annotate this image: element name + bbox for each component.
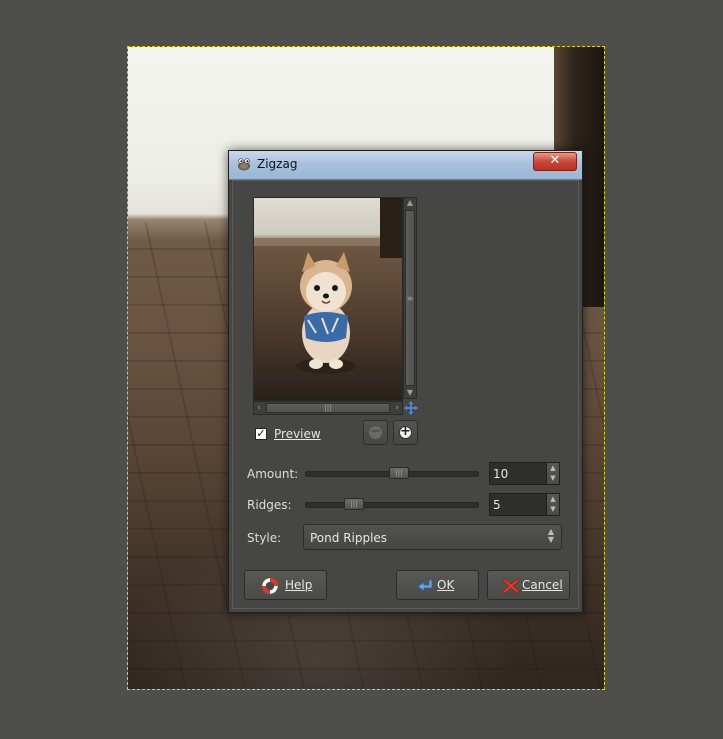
- preview-horizontal-scrollbar[interactable]: ‹ ||| ›: [253, 401, 403, 415]
- amount-spin-arrows-icon[interactable]: ▲ ▼: [546, 463, 559, 484]
- ridges-spinbox[interactable]: 5 ▲ ▼: [489, 493, 560, 516]
- cancel-button[interactable]: Cancel: [487, 570, 570, 600]
- lifebuoy-icon: [261, 577, 279, 595]
- ridges-spin-arrows-icon[interactable]: ▲ ▼: [546, 494, 559, 515]
- preview-dog-image: [296, 252, 356, 374]
- style-combobox[interactable]: Pond Ripples ▲ ▼: [303, 524, 562, 550]
- enter-arrow-icon: [417, 579, 433, 592]
- ridges-slider-handle[interactable]: |||: [344, 498, 364, 510]
- preview-vertical-scrollbar[interactable]: ▲ ≡ ▼: [403, 197, 417, 399]
- amount-slider[interactable]: |||: [305, 467, 479, 479]
- preview-area[interactable]: [253, 197, 403, 401]
- zoom-in-button[interactable]: +: [393, 420, 418, 445]
- style-value: Pond Ripples: [310, 531, 388, 545]
- combo-updown-arrows-icon: ▲ ▼: [547, 527, 554, 544]
- ridges-label: Ridges:: [247, 498, 292, 512]
- dialog-title: Zigzag: [257, 157, 298, 171]
- help-label: Help: [285, 578, 313, 592]
- preview-label: Preview: [274, 427, 321, 441]
- ok-label: OK: [437, 578, 455, 592]
- scroll-up-arrow-icon[interactable]: ▲: [404, 198, 416, 208]
- cancel-label: Cancel: [522, 578, 563, 592]
- gimp-wilber-icon: [238, 158, 250, 171]
- cancel-x-icon: [502, 578, 520, 594]
- help-button[interactable]: Help: [244, 570, 327, 600]
- amount-slider-handle[interactable]: |||: [389, 467, 409, 479]
- preview-horizontal-scroll-thumb[interactable]: |||: [266, 403, 390, 413]
- style-label: Style:: [247, 531, 282, 545]
- zoom-in-icon: +: [399, 424, 412, 439]
- zoom-out-icon: −: [369, 424, 382, 439]
- zoom-out-button[interactable]: −: [363, 420, 388, 445]
- amount-value: 10: [493, 467, 509, 481]
- navigate-cross-icon[interactable]: [404, 401, 418, 415]
- preview-door: [380, 198, 402, 258]
- preview-checkbox[interactable]: ✓: [255, 428, 267, 440]
- scroll-left-arrow-icon[interactable]: ‹: [254, 402, 264, 414]
- ok-button[interactable]: OK: [396, 570, 479, 600]
- scroll-down-arrow-icon[interactable]: ▼: [404, 388, 416, 398]
- scroll-right-arrow-icon[interactable]: ›: [392, 402, 402, 414]
- zigzag-dialog: Zigzag ✕ ▲ ≡ ▼ ‹ ||| › ✓ Preview − + Amo…: [228, 150, 583, 613]
- close-button[interactable]: ✕: [533, 152, 577, 171]
- amount-spinbox[interactable]: 10 ▲ ▼: [489, 462, 560, 485]
- amount-label: Amount:: [247, 467, 299, 481]
- ridges-slider[interactable]: |||: [305, 498, 479, 510]
- ridges-value: 5: [493, 498, 501, 512]
- preview-vertical-scroll-thumb[interactable]: ≡: [405, 210, 415, 386]
- dialog-titlebar[interactable]: Zigzag ✕: [229, 151, 582, 180]
